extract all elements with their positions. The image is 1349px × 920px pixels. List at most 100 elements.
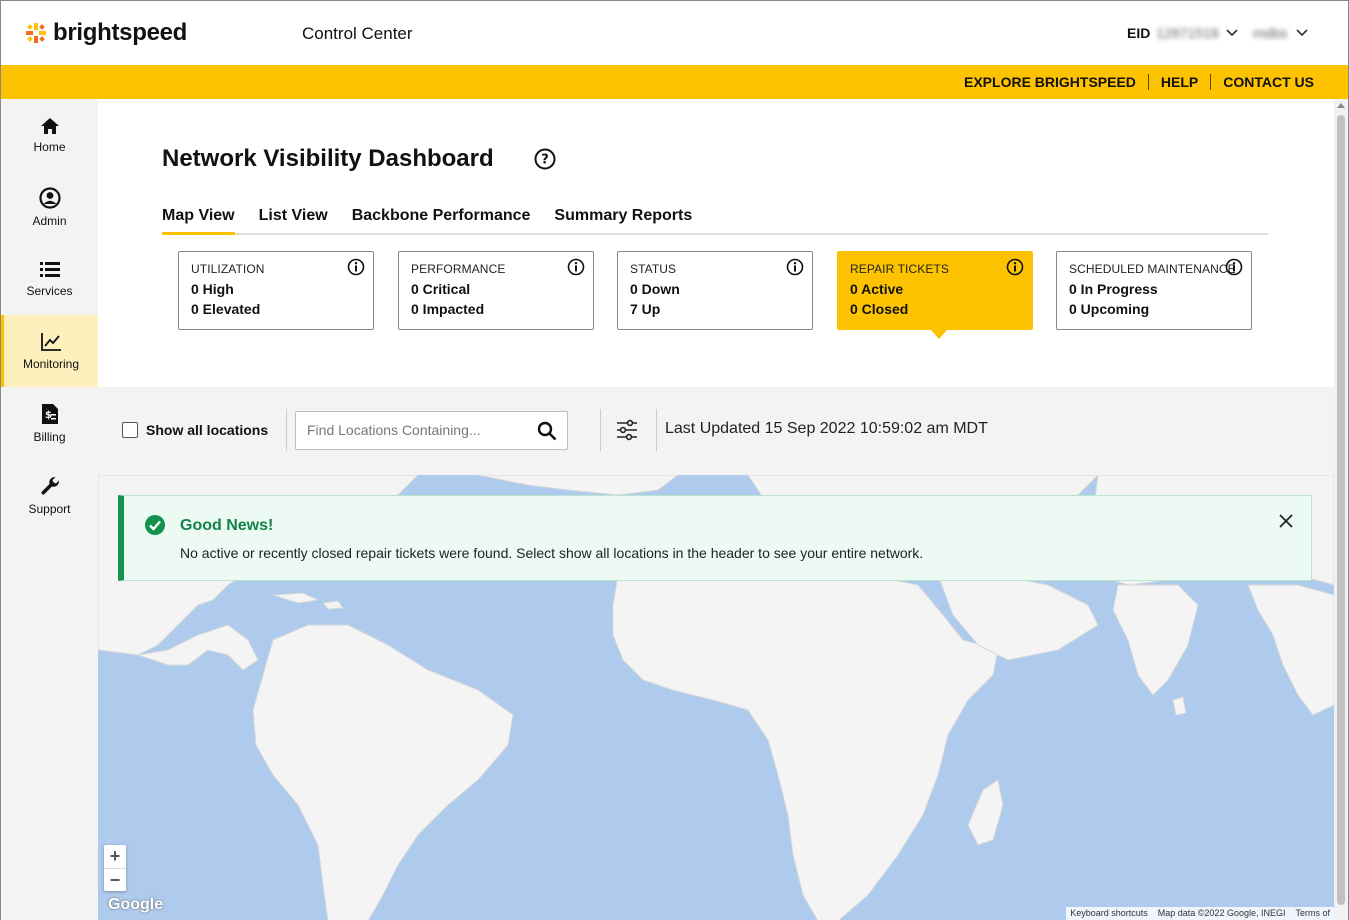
info-icon[interactable] <box>1006 258 1024 276</box>
card-title: UTILIZATION <box>191 262 265 276</box>
user-circle-icon <box>38 186 61 209</box>
scheduled-maintenance-card[interactable]: SCHEDULED MAINTENANCE 0 In Progress 0 Up… <box>1056 251 1252 330</box>
search-input[interactable] <box>307 422 527 438</box>
map-zoom-control: + − <box>104 845 126 891</box>
network-map[interactable]: Good News! No active or recently closed … <box>98 475 1334 920</box>
wrench-icon <box>40 476 59 495</box>
card-value: 0 Upcoming <box>1069 301 1150 317</box>
user-name: mdbs <box>1253 25 1288 41</box>
card-value: 0 High <box>191 281 234 297</box>
chevron-down-icon <box>1296 29 1308 37</box>
eid-selector[interactable]: EID 12871518 <box>1127 25 1239 41</box>
invoice-icon: $ <box>41 403 58 424</box>
utility-bar: EXPLORE BRIGHTSPEED HELP CONTACT US <box>1 65 1348 99</box>
tab-summary-reports[interactable]: Summary Reports <box>554 207 692 235</box>
sidebar-nav: Home Admin Services Monitoring $ Billing… <box>1 99 98 920</box>
home-icon <box>40 117 59 134</box>
show-all-locations-checkbox[interactable]: Show all locations <box>122 422 268 438</box>
page-title: Network Visibility Dashboard <box>162 145 494 172</box>
help-link[interactable]: HELP <box>1149 74 1210 90</box>
check-circle-icon <box>145 515 165 535</box>
card-title: SCHEDULED MAINTENANCE <box>1069 262 1236 276</box>
location-search[interactable] <box>295 411 568 450</box>
checkbox-box[interactable] <box>122 422 138 438</box>
utilization-card[interactable]: UTILIZATION 0 High 0 Elevated <box>178 251 374 330</box>
selected-caret <box>930 329 948 339</box>
sidebar-item-billing[interactable]: $ Billing <box>1 387 98 459</box>
eid-value: 12871518 <box>1156 25 1219 41</box>
sidebar-item-label: Services <box>26 283 73 298</box>
tab-list-view[interactable]: List View <box>259 207 328 235</box>
info-icon[interactable] <box>1225 258 1243 276</box>
card-value: 0 Critical <box>411 281 471 297</box>
terms-link[interactable]: Terms of <box>1295 908 1330 920</box>
card-value: 0 Active <box>850 281 904 297</box>
map-data-text: Map data ©2022 Google, INEGI <box>1157 908 1286 918</box>
help-icon[interactable]: ? <box>534 148 556 170</box>
card-value: 0 In Progress <box>1069 281 1158 297</box>
divider <box>600 409 601 451</box>
keyboard-shortcuts-link[interactable]: Keyboard shortcuts <box>1070 908 1148 920</box>
svg-text:$: $ <box>45 410 52 421</box>
card-value: 7 Up <box>630 301 661 317</box>
info-icon[interactable] <box>347 258 365 276</box>
info-icon[interactable] <box>786 258 804 276</box>
card-title: PERFORMANCE <box>411 262 506 276</box>
tab-backbone-performance[interactable]: Backbone Performance <box>352 207 531 235</box>
card-value: 0 Closed <box>850 301 909 317</box>
filter-settings-icon[interactable] <box>616 419 638 441</box>
zoom-out-button[interactable]: − <box>104 868 126 891</box>
scroll-up-arrow[interactable] <box>1337 103 1345 108</box>
contact-us-link[interactable]: CONTACT US <box>1211 74 1326 90</box>
scroll-thumb[interactable] <box>1337 115 1345 905</box>
view-tabs: Map View List View Backbone Performance … <box>162 207 1268 235</box>
google-logo[interactable]: Google <box>108 896 163 914</box>
page-scrollbar[interactable] <box>1334 99 1348 920</box>
sidebar-item-support[interactable]: Support <box>1 459 98 531</box>
checkbox-label: Show all locations <box>146 422 269 438</box>
card-value: 0 Elevated <box>191 301 261 317</box>
last-updated-text: Last Updated 15 Sep 2022 10:59:02 am MDT <box>665 420 988 437</box>
sidebar-item-label: Admin <box>32 213 67 228</box>
notification-title: Good News! <box>180 517 274 534</box>
divider <box>656 409 657 451</box>
repair-tickets-card[interactable]: REPAIR TICKETS 0 Active 0 Closed <box>837 251 1033 339</box>
performance-card[interactable]: PERFORMANCE 0 Critical 0 Impacted <box>398 251 594 330</box>
divider <box>286 409 287 451</box>
brand-name: brightspeed <box>53 19 188 46</box>
sidebar-item-home[interactable]: Home <box>1 99 98 171</box>
map-attribution: Keyboard shortcuts Map data ©2022 Google… <box>1066 907 1334 920</box>
close-icon[interactable] <box>1279 514 1293 528</box>
sidebar-item-services[interactable]: Services <box>1 243 98 315</box>
main-content: Network Visibility Dashboard ? Map View … <box>98 99 1334 920</box>
sidebar-item-label: Home <box>33 139 66 154</box>
brand-logo[interactable]: brightspeed <box>25 19 187 47</box>
brightspeed-logo-icon <box>26 23 46 43</box>
card-title: REPAIR TICKETS <box>850 262 949 276</box>
card-value: 0 Impacted <box>411 301 485 317</box>
top-header: brightspeed Control Center EID 12871518 … <box>1 1 1348 65</box>
success-notification: Good News! No active or recently closed … <box>118 495 1312 581</box>
tab-map-view[interactable]: Map View <box>162 207 235 235</box>
eid-label: EID <box>1127 25 1151 41</box>
utility-links: EXPLORE BRIGHTSPEED HELP CONTACT US <box>952 74 1326 90</box>
chevron-down-icon <box>1226 29 1238 37</box>
info-icon[interactable] <box>567 258 585 276</box>
zoom-in-button[interactable]: + <box>104 845 126 868</box>
status-card[interactable]: STATUS 0 Down 7 Up <box>617 251 813 330</box>
user-menu[interactable]: mdbs <box>1253 25 1309 41</box>
sidebar-item-label: Billing <box>33 429 66 444</box>
card-value: 0 Down <box>630 281 680 297</box>
sidebar-item-label: Monitoring <box>22 356 80 371</box>
svg-text:?: ? <box>541 153 549 168</box>
search-icon[interactable] <box>537 421 557 441</box>
sidebar-item-admin[interactable]: Admin <box>1 171 98 243</box>
map-filter-bar: Show all locations Last Updated 15 Sep 2… <box>98 387 1334 475</box>
app-title: Control Center <box>302 24 413 43</box>
sidebar-item-label: Support <box>28 501 71 516</box>
card-title: STATUS <box>630 262 677 276</box>
list-icon <box>39 261 60 277</box>
explore-brightspeed-link[interactable]: EXPLORE BRIGHTSPEED <box>952 74 1148 90</box>
line-chart-icon <box>41 332 61 351</box>
sidebar-item-monitoring[interactable]: Monitoring <box>1 315 98 387</box>
